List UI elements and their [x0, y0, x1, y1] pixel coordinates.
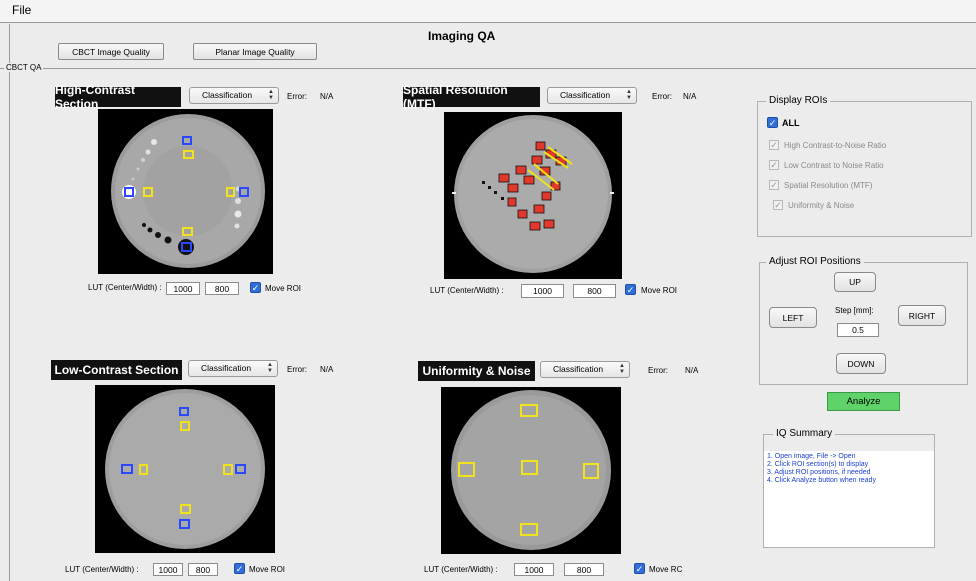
high-contrast-move-roi-label: Move ROI	[265, 284, 302, 293]
low-contrast-noise-label: Low Contrast to Noise Ratio	[784, 161, 884, 170]
cbct-qa-group-label: CBCT QA	[4, 63, 44, 72]
high-contrast-noise-checkbox[interactable]: ✓	[769, 140, 779, 150]
spatial-resolution-section-title[interactable]: Spatial Resolution (MTF)	[403, 83, 540, 111]
step-input[interactable]: 0.5	[837, 323, 879, 337]
uniformity-width-input[interactable]: 800	[564, 563, 604, 576]
uniformity-center-input[interactable]: 1000	[514, 563, 554, 576]
uniformity-lut-label: LUT (Center/Width) :	[424, 565, 498, 574]
menu-bar	[0, 0, 976, 22]
roi-up-button[interactable]: UP	[834, 272, 876, 292]
low-contrast-section-title[interactable]: Low-Contrast Section	[51, 360, 182, 380]
high-contrast-move-roi-checkbox[interactable]: ✓	[250, 282, 261, 293]
updown-arrow-icon: ▲ ▼	[619, 363, 625, 375]
display-all-label: ALL	[782, 118, 800, 128]
low-contrast-noise-checkbox[interactable]: ✓	[769, 160, 779, 170]
spatial-width-input[interactable]: 800	[573, 284, 616, 298]
uniformity-move-roi-checkbox[interactable]: ✓	[634, 563, 645, 574]
display-all-checkbox[interactable]: ✓	[767, 117, 778, 128]
planar-image-quality-button[interactable]: Planar Image Quality	[193, 43, 317, 60]
summary-line: 2. Click ROI section(s) to display	[767, 461, 869, 468]
roi-right-button[interactable]: RIGHT	[898, 305, 946, 326]
iq-summary-title: IQ Summary	[773, 428, 836, 439]
spatial-resolution-checkbox[interactable]: ✓	[769, 180, 779, 190]
summary-line: 3. Adjust ROI positions, if needed	[767, 469, 871, 476]
low-contrast-center-input[interactable]: 1000	[153, 563, 183, 576]
uniformity-ct-image[interactable]	[441, 387, 621, 554]
display-rois-title: Display ROIs	[766, 95, 831, 106]
high-contrast-classification-dropdown[interactable]: Classification ▲ ▼	[189, 87, 279, 104]
dropdown-value: Classification	[201, 363, 252, 373]
roi-down-button[interactable]: DOWN	[836, 353, 886, 374]
updown-arrow-icon: ▲ ▼	[626, 89, 632, 101]
cbct-image-quality-button[interactable]: CBCT Image Quality	[58, 43, 164, 60]
low-contrast-ct-image[interactable]	[95, 385, 275, 553]
spatial-center-input[interactable]: 1000	[521, 284, 564, 298]
summary-line: 1. Open image, File -> Open	[767, 453, 856, 460]
menu-file[interactable]: File	[12, 3, 31, 17]
uniformity-move-roi-label: Move RC	[649, 565, 683, 574]
spatial-error-value: N/A	[683, 92, 697, 101]
spatial-error-label: Error:	[652, 92, 672, 101]
high-contrast-center-input[interactable]: 1000	[166, 282, 200, 295]
analyze-button[interactable]: Analyze	[827, 392, 900, 411]
uniformity-classification-dropdown[interactable]: Classification ▲ ▼	[540, 361, 630, 378]
cbct-qa-group-border	[0, 68, 976, 69]
spatial-lut-label: LUT (Center/Width) :	[430, 286, 504, 295]
low-contrast-lut-label: LUT (Center/Width) :	[65, 565, 139, 574]
uniformity-section-title[interactable]: Uniformity & Noise	[418, 361, 535, 381]
dropdown-value: Classification	[553, 364, 604, 374]
high-contrast-width-input[interactable]: 800	[205, 282, 239, 295]
spatial-resolution-label: Spatial Resolution (MTF)	[784, 181, 873, 190]
updown-arrow-icon: ▲ ▼	[268, 89, 274, 101]
spatial-resolution-ct-image[interactable]	[444, 112, 622, 279]
iq-summary-textbox[interactable]: 1. Open image, File -> Open 2. Click ROI…	[764, 451, 934, 547]
high-contrast-error-value: N/A	[320, 92, 334, 101]
spatial-classification-dropdown[interactable]: Classification ▲ ▼	[547, 87, 637, 104]
high-contrast-error-label: Error:	[287, 92, 307, 101]
uniformity-noise-checkbox[interactable]: ✓	[773, 200, 783, 210]
spatial-move-roi-label: Move ROI	[641, 286, 678, 295]
menubar-divider	[0, 22, 976, 23]
low-contrast-error-value: N/A	[320, 365, 334, 374]
dropdown-value: Classification	[202, 90, 253, 100]
uniformity-noise-label: Uniformity & Noise	[788, 201, 855, 210]
low-contrast-classification-dropdown[interactable]: Classification ▲ ▼	[188, 360, 278, 377]
adjust-roi-title: Adjust ROI Positions	[766, 256, 864, 267]
step-label: Step [mm]:	[835, 306, 874, 315]
frame-left-line	[9, 24, 10, 581]
low-contrast-error-label: Error:	[287, 365, 307, 374]
low-contrast-move-roi-label: Move ROI	[249, 565, 286, 574]
high-contrast-ct-image[interactable]	[98, 109, 273, 274]
updown-arrow-icon: ▲ ▼	[267, 362, 273, 374]
uniformity-error-value: N/A	[685, 366, 699, 375]
high-contrast-noise-label: High Contrast-to-Noise Ratio	[784, 141, 887, 150]
low-contrast-width-input[interactable]: 800	[188, 563, 218, 576]
window-title: Imaging QA	[428, 29, 496, 43]
dropdown-value: Classification	[560, 90, 611, 100]
spatial-move-roi-checkbox[interactable]: ✓	[625, 284, 636, 295]
low-contrast-move-roi-checkbox[interactable]: ✓	[234, 563, 245, 574]
uniformity-error-label: Error:	[648, 366, 668, 375]
summary-line: 4. Click Analyze button when ready	[767, 477, 876, 484]
high-contrast-lut-label: LUT (Center/Width) :	[88, 283, 162, 292]
roi-left-button[interactable]: LEFT	[769, 307, 817, 328]
high-contrast-section-title[interactable]: High-Contrast Section	[55, 83, 181, 111]
